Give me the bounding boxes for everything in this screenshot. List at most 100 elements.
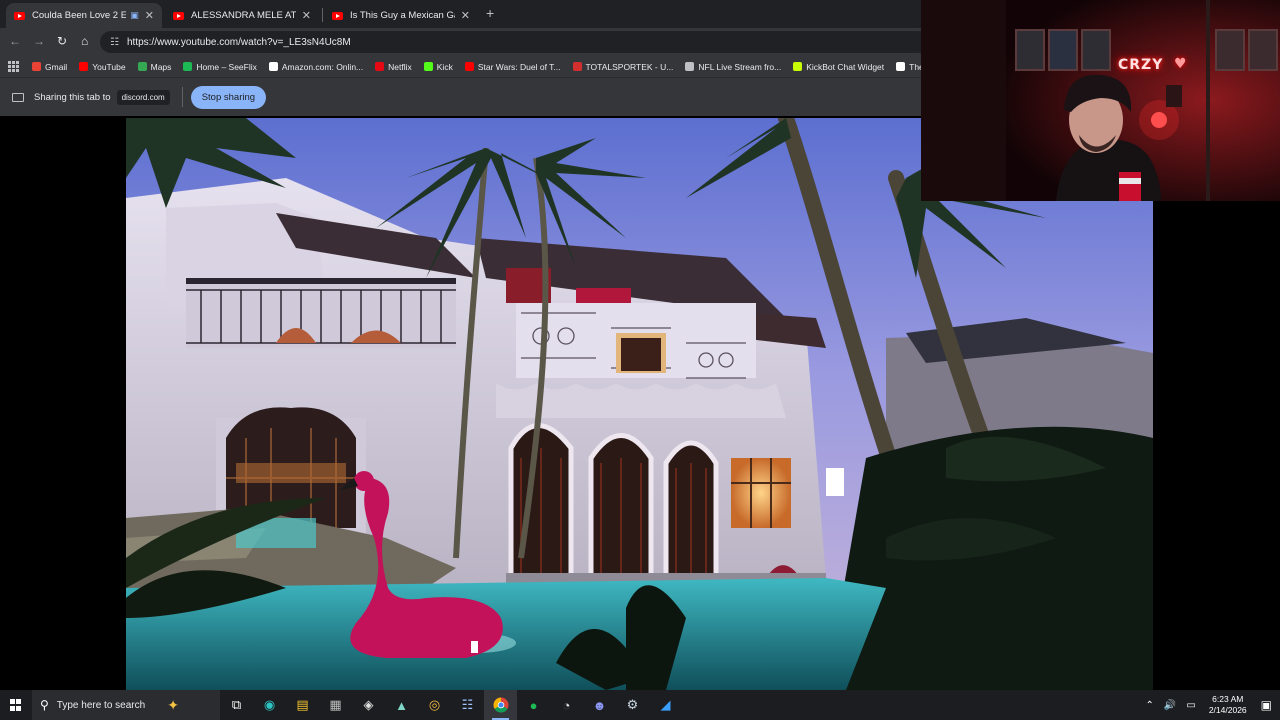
search-icon: ⚲ (40, 698, 49, 712)
bookmark-label: YouTube (92, 61, 126, 72)
tab-coulda-been-love[interactable]: Coulda Been Love 2 Episode ▣ ✕ (6, 3, 162, 28)
chevron-up-icon[interactable]: ⌃ (1146, 700, 1154, 711)
volume-icon[interactable]: 🔊 (1164, 700, 1176, 711)
steam-icon[interactable]: ⚙ (616, 690, 649, 720)
clock-time: 6:23 AM (1212, 694, 1244, 704)
back-button[interactable]: ← (9, 34, 21, 48)
obs-icon[interactable]: ◔ (550, 690, 583, 720)
bookmark-item[interactable]: YouTube (79, 61, 126, 72)
apps-grid-icon[interactable] (8, 60, 20, 73)
youtube-icon (14, 11, 25, 20)
task-view-icon[interactable]: ⧉ (220, 690, 253, 720)
clock[interactable]: 6:23 AM 2/14/2026 (1209, 694, 1247, 716)
bookmark-item[interactable]: Star Wars: Duel of T... (464, 61, 561, 72)
stop-sharing-button[interactable]: Stop sharing (190, 85, 267, 109)
video-viewport (4, 118, 1153, 690)
reload-button[interactable]: ↻ (57, 34, 67, 48)
tab-mexican-gang-leader[interactable]: Is This Guy a Mexican Gang Leader ✕ (324, 3, 478, 28)
media-app-icon[interactable]: ◈ (352, 690, 385, 720)
close-tab-icon[interactable]: ✕ (302, 9, 311, 22)
tab-alessandra-mele[interactable]: ALESSANDRA MELE AT MY SHOW ✕ (165, 3, 319, 28)
start-button[interactable] (0, 690, 32, 720)
video-player[interactable] (0, 116, 1280, 690)
bookmark-label: KickBot Chat Widget (806, 61, 885, 72)
divider (181, 87, 183, 107)
maps-icon (137, 62, 147, 71)
sharing-label: Sharing this tab to (34, 91, 111, 103)
bookmark-item[interactable]: Gmail (32, 62, 67, 72)
spotify-icon[interactable]: ● (517, 690, 550, 720)
close-tab-icon[interactable]: ✕ (461, 9, 470, 22)
address-bar[interactable]: ☷ https://www.youtube.com/watch?v=_LE3sN… (100, 31, 930, 53)
netflix-icon (375, 62, 385, 71)
webcam-overlay: CRZY ♥ (921, 0, 1280, 201)
document-app-icon[interactable]: ☷ (451, 690, 484, 720)
bookmark-item[interactable]: Amazon.com: Onlin... (268, 61, 364, 72)
url-text: https://www.youtube.com/watch?v=_LE3sN4U… (126, 36, 351, 48)
chrome-icon[interactable] (484, 690, 517, 720)
discord-icon[interactable]: ☻ (583, 690, 616, 720)
chrome-logo-icon (493, 697, 508, 713)
forward-button[interactable]: → (33, 34, 45, 48)
bookmark-label: Home – SeeFlix (196, 61, 257, 72)
search-placeholder: Type here to search (56, 699, 146, 711)
network-icon[interactable]: ▭ (1186, 700, 1195, 711)
bookmark-list: Gmail YouTube Maps Home – SeeFlix Amazon.com… (32, 62, 948, 72)
app-blue-icon[interactable]: ◢ (649, 690, 682, 720)
close-tab-icon[interactable]: ✕ (145, 9, 154, 22)
gmail-icon (32, 62, 41, 71)
diamond-icon (896, 62, 906, 71)
youtube-icon (332, 11, 343, 20)
bookmark-item[interactable]: Home – SeeFlix (183, 61, 257, 72)
casting-icon: ▣ (130, 10, 139, 20)
neon-sign: CRZY (1118, 57, 1164, 73)
kick-icon (423, 62, 433, 71)
youtube-icon (79, 62, 89, 71)
notification-icon[interactable]: ▣ (1261, 698, 1272, 712)
bookmark-item[interactable]: TOTALSPORTEK - U... (572, 61, 674, 72)
new-tab-button[interactable]: + (486, 5, 494, 21)
file-explorer-icon[interactable]: ▤ (286, 690, 319, 720)
bookmark-label: Maps (150, 61, 172, 72)
search-highlight-icon: ✦ (167, 696, 179, 713)
sharing-target: discord.com (116, 89, 170, 105)
screen-share-icon (12, 92, 24, 102)
bookmark-label: NFL Live Stream fro... (698, 61, 782, 72)
neon-accent: ♥ (1174, 56, 1187, 72)
tab-title: ALESSANDRA MELE AT MY SHOW (191, 10, 296, 21)
youtube-icon (464, 62, 474, 71)
clock-date: 2/14/2026 (1208, 705, 1247, 715)
circle-app-icon[interactable]: ◎ (418, 690, 451, 720)
bookmark-item[interactable]: NFL Live Stream fro... (685, 62, 781, 72)
notes-app-icon[interactable]: ▲ (385, 690, 418, 720)
tab-separator (322, 8, 323, 22)
calculator-icon[interactable]: ▦ (319, 690, 352, 720)
bookmark-item[interactable]: Netflix (375, 62, 412, 72)
system-tray: ⌃ 🔊 ▭ 6:23 AM 2/14/2026 ▣ (1141, 690, 1280, 720)
seeflix-icon (183, 62, 193, 71)
streamer-webcam-feed (921, 0, 1280, 201)
kickbot-icon (793, 62, 803, 71)
tab-title: Is This Guy a Mexican Gang Leader (350, 10, 455, 21)
amazon-icon (268, 62, 278, 71)
windows-logo-icon (10, 699, 22, 711)
windows-taskbar: ⚲ Type here to search ✦ ⧉ ◉ ▤ ▦ ◈ ▲ ◎ ☷ … (0, 690, 1280, 720)
bookmark-label: Gmail (45, 61, 68, 72)
video-frame-mansion-scene (126, 118, 1153, 690)
bookmark-label: Netflix (388, 61, 412, 72)
bookmark-label: Amazon.com: Onlin... (281, 61, 364, 72)
tab-title: Coulda Been Love 2 Episode (32, 10, 127, 21)
bookmark-label: TOTALSPORTEK - U... (585, 61, 674, 72)
youtube-icon (173, 11, 184, 20)
bookmark-label: Star Wars: Duel of T... (477, 61, 561, 72)
bookmark-item[interactable]: Kick (423, 62, 453, 72)
taskbar-search-box[interactable]: ⚲ Type here to search ✦ (32, 690, 220, 720)
edge-icon[interactable]: ◉ (253, 690, 286, 720)
site-info-icon[interactable]: ☷ (110, 37, 119, 48)
home-button[interactable]: ⌂ (81, 34, 88, 48)
bookmark-item[interactable]: Maps (137, 61, 172, 72)
totalsportek-icon (572, 62, 582, 71)
mansion-scene-illustration (126, 118, 1153, 690)
bookmark-item[interactable]: KickBot Chat Widget (793, 62, 884, 72)
globe-icon (685, 62, 695, 71)
